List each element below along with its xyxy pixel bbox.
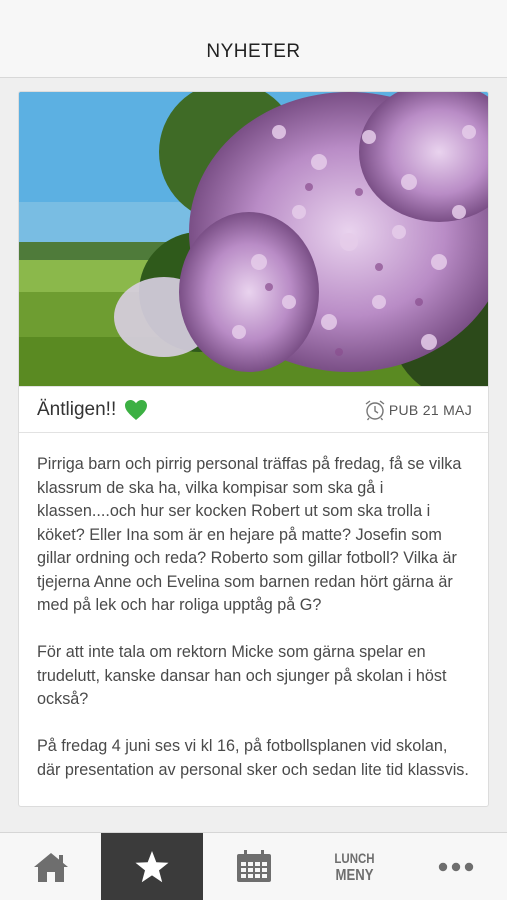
tab-more[interactable] [406, 833, 507, 900]
news-meta: Äntligen!! PUB 21 MAJ [19, 386, 488, 433]
tab-bar: LUNCH MENY [0, 832, 507, 900]
post-title: Äntligen!! [37, 399, 148, 421]
post-title-text: Äntligen!! [37, 398, 117, 420]
header: NYHETER [0, 26, 507, 78]
status-bar [0, 0, 507, 26]
tab-home[interactable] [0, 833, 101, 900]
publish-date: PUB 21 MAJ [363, 399, 472, 421]
alarm-clock-icon [363, 399, 387, 421]
lunch-label-line1: LUNCH [334, 849, 376, 866]
page-title: NYHETER [206, 40, 301, 62]
star-icon [135, 850, 169, 882]
news-feed[interactable]: Äntligen!! PUB 21 MAJ Pirriga barn och p… [0, 78, 507, 832]
news-card[interactable]: Äntligen!! PUB 21 MAJ Pirriga barn och p… [18, 91, 489, 807]
post-paragraph: För att inte tala om rektorn Micke som g… [37, 643, 447, 708]
more-icon [439, 862, 474, 871]
post-paragraph: På fredag 4 juni ses vi kl 16, på fotbol… [37, 737, 469, 779]
home-icon [33, 852, 68, 882]
tab-news[interactable] [101, 833, 203, 900]
lilac-photo [19, 92, 488, 386]
tab-lunch-menu[interactable]: LUNCH MENY [304, 833, 405, 900]
lunch-menu-label: LUNCH MENY [335, 850, 375, 884]
lunch-label-line2: MENY [335, 866, 374, 884]
calendar-icon [236, 849, 271, 882]
green-heart-icon [124, 399, 148, 421]
publish-date-label: PUB 21 MAJ [388, 401, 472, 418]
post-body: Pirriga barn och pirrig personal träffas… [19, 433, 488, 782]
post-paragraph: Pirriga barn och pirrig personal träffas… [37, 455, 462, 614]
news-image [19, 92, 488, 386]
tab-calendar[interactable] [203, 833, 304, 900]
